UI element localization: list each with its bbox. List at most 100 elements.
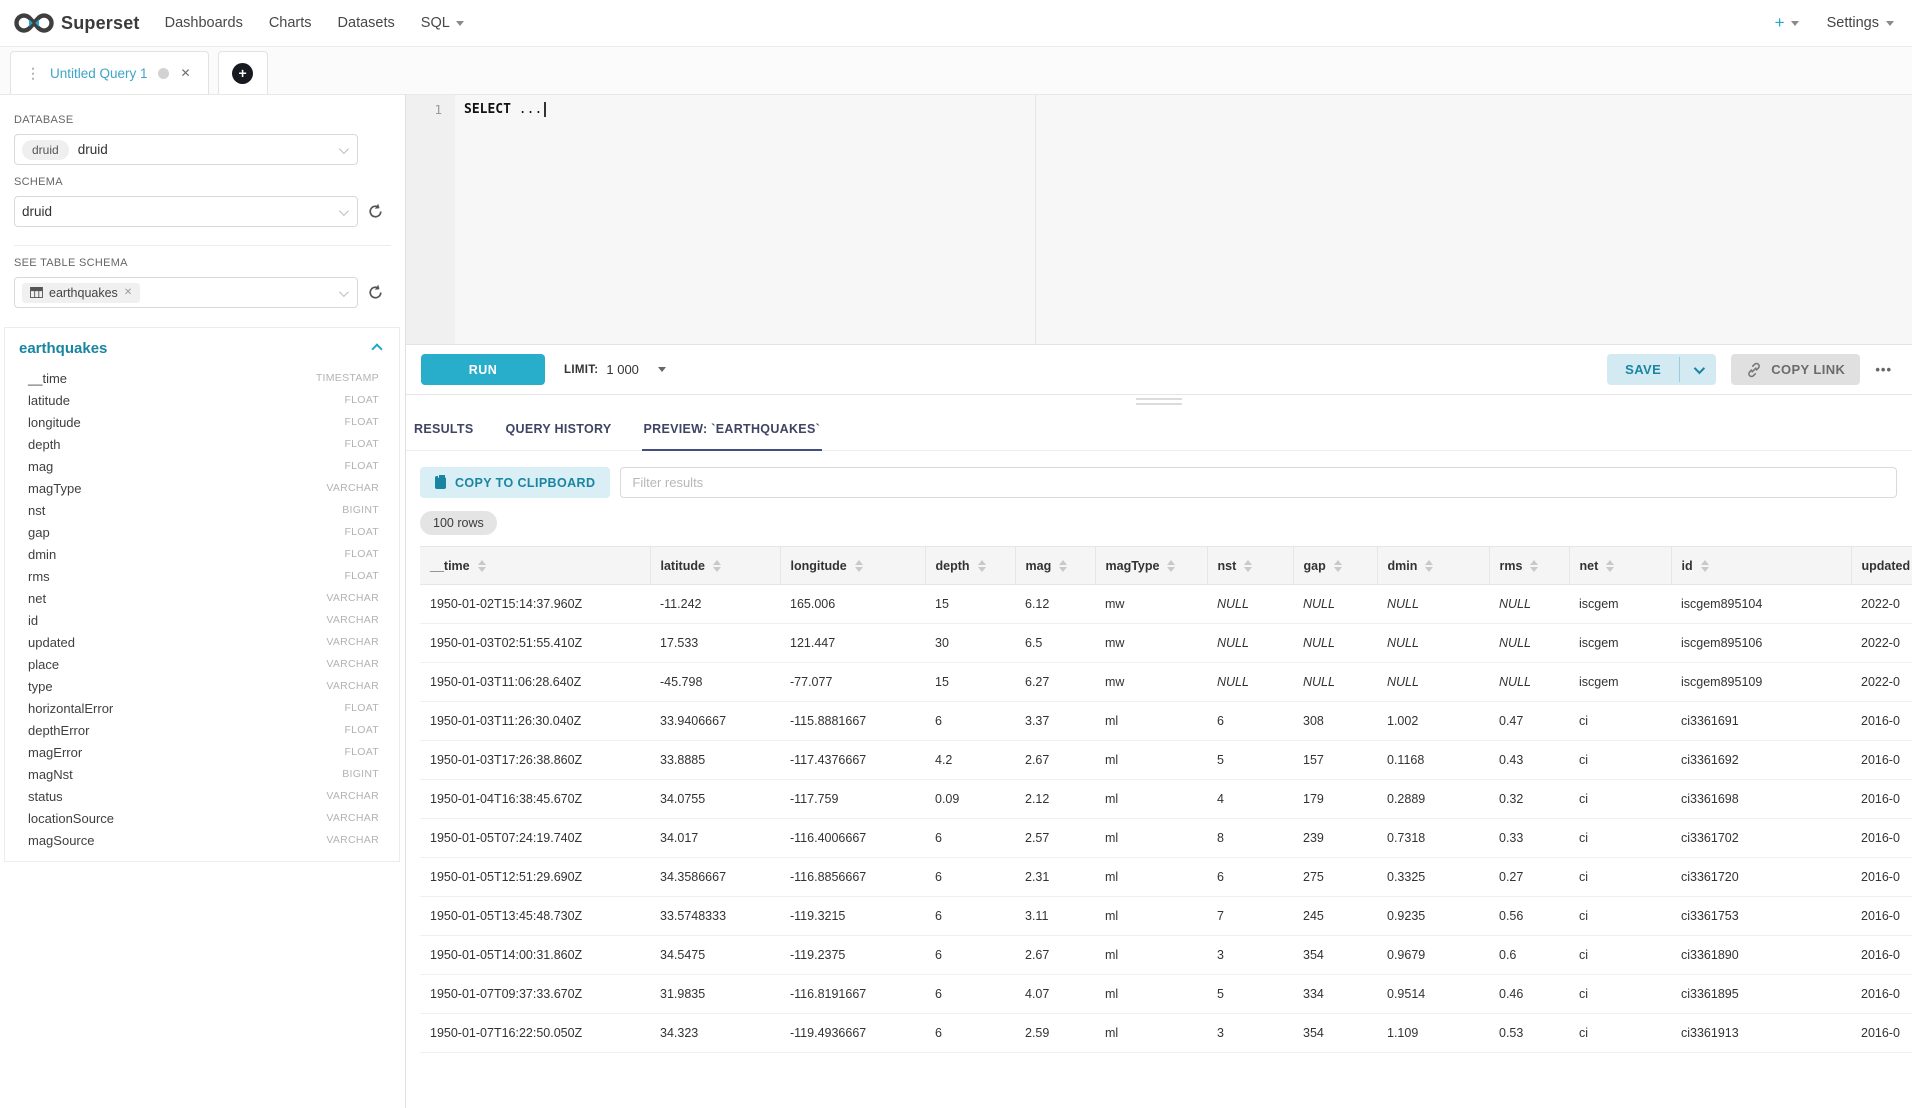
more-options-icon[interactable]: ••• (1875, 362, 1892, 377)
column-header-net[interactable]: net (1569, 547, 1671, 585)
sql-editor[interactable]: 1 SELECT ... (406, 95, 1912, 345)
nav-item-dashboards[interactable]: Dashboards (165, 15, 243, 31)
column-header-id[interactable]: id (1671, 547, 1851, 585)
table-cell: 0.46 (1489, 975, 1569, 1014)
sort-icon[interactable] (1167, 560, 1175, 572)
column-header-nst[interactable]: nst (1207, 547, 1293, 585)
new-tab-plus-icon[interactable]: + (232, 63, 253, 84)
table-cell: mw (1095, 585, 1207, 624)
table-cell: -11.242 (650, 585, 780, 624)
query-tab-active[interactable]: ⋮ Untitled Query 1 ✕ (10, 51, 209, 94)
chevron-down-icon (456, 21, 464, 26)
sort-icon[interactable] (855, 560, 863, 572)
sql-code[interactable]: SELECT ... (455, 95, 546, 344)
column-header-depth[interactable]: depth (925, 547, 1015, 585)
tab-results[interactable]: RESULTS (412, 414, 476, 451)
sort-icon[interactable] (1606, 560, 1614, 572)
copy-link-button[interactable]: COPY LINK (1731, 354, 1860, 385)
column-header-label: magType (1106, 559, 1160, 573)
column-header-latitude[interactable]: latitude (650, 547, 780, 585)
schema-column-row: latitudeFLOAT (19, 389, 385, 411)
table-cell: 34.3586667 (650, 858, 780, 897)
superset-logo-icon (14, 11, 54, 35)
nav-item-charts[interactable]: Charts (269, 15, 312, 31)
limit-value: 1 000 (606, 362, 639, 377)
schema-column-row: magTypeVARCHAR (19, 477, 385, 499)
sort-icon[interactable] (978, 560, 986, 572)
column-header-updated[interactable]: updated (1851, 547, 1912, 585)
table-select[interactable]: earthquakes ✕ (14, 277, 358, 308)
table-cell: 0.1168 (1377, 741, 1489, 780)
table-cell: -116.4006667 (780, 819, 925, 858)
nav-item-sql[interactable]: SQL (421, 15, 464, 31)
sort-icon[interactable] (713, 560, 721, 572)
column-header-gap[interactable]: gap (1293, 547, 1377, 585)
schema-column-type: BIGINT (342, 768, 379, 780)
table-row: 1950-01-03T17:26:38.860Z33.8885-117.4376… (420, 741, 1912, 780)
tab-query-history[interactable]: QUERY HISTORY (504, 414, 614, 451)
schema-column-type: VARCHAR (326, 592, 379, 604)
close-tab-icon[interactable]: ✕ (179, 66, 193, 80)
refresh-schema-icon[interactable] (367, 203, 384, 220)
filter-results-input[interactable] (620, 467, 1897, 498)
nav-item-datasets[interactable]: Datasets (338, 15, 395, 31)
tab-preview-earthquakes[interactable]: PREVIEW: `EARTHQUAKES` (642, 414, 823, 451)
run-query-button[interactable]: RUN (421, 354, 545, 385)
table-cell: 4 (1207, 780, 1293, 819)
copy-to-clipboard-button[interactable]: COPY TO CLIPBOARD (420, 467, 610, 498)
table-cell: 1950-01-03T02:51:55.410Z (420, 624, 650, 663)
collapse-table-icon[interactable] (371, 343, 382, 354)
table-cell: 1.109 (1377, 1014, 1489, 1053)
superset-brand[interactable]: Superset (0, 11, 152, 35)
sort-icon[interactable] (478, 560, 486, 572)
schema-column-type: FLOAT (344, 724, 379, 736)
table-cell: ci (1569, 897, 1671, 936)
column-header-dmin[interactable]: dmin (1377, 547, 1489, 585)
table-cell: 2.31 (1015, 858, 1095, 897)
new-query-tab-button[interactable]: + (218, 51, 268, 94)
table-cell: 0.56 (1489, 897, 1569, 936)
schema-column-name: horizontalError (28, 701, 113, 716)
query-tab-label: Untitled Query 1 (50, 66, 148, 81)
column-header-rms[interactable]: rms (1489, 547, 1569, 585)
table-chip: earthquakes ✕ (22, 283, 140, 303)
sort-icon[interactable] (1425, 560, 1433, 572)
table-cell: 33.9406667 (650, 702, 780, 741)
new-item-menu[interactable]: + (1775, 13, 1799, 33)
schema-column-type: VARCHAR (326, 636, 379, 648)
schema-column-name: status (28, 789, 63, 804)
schema-column-row: nstBIGINT (19, 499, 385, 521)
database-select[interactable]: druid druid (14, 134, 358, 165)
schema-column-type: TIMESTAMP (316, 372, 379, 384)
schema-column-name: nst (28, 503, 45, 518)
table-cell: 245 (1293, 897, 1377, 936)
remove-table-icon[interactable]: ✕ (124, 287, 132, 298)
limit-dropdown[interactable]: LIMIT: 1 000 (564, 362, 666, 377)
column-header-__time[interactable]: __time (420, 547, 650, 585)
schema-column-row: longitudeFLOAT (19, 411, 385, 433)
sort-icon[interactable] (1530, 560, 1538, 572)
save-button[interactable]: SAVE (1607, 354, 1679, 385)
table-cell: 165.006 (780, 585, 925, 624)
column-header-mag[interactable]: mag (1015, 547, 1095, 585)
sort-icon[interactable] (1334, 560, 1342, 572)
table-cell: 0.7318 (1377, 819, 1489, 858)
save-options-button[interactable] (1680, 354, 1716, 385)
table-cell: NULL (1377, 624, 1489, 663)
drag-handle-icon[interactable]: ⋮ (26, 65, 40, 82)
refresh-tables-icon[interactable] (367, 284, 384, 301)
sort-icon[interactable] (1059, 560, 1067, 572)
schema-column-row: dminFLOAT (19, 543, 385, 565)
sort-icon[interactable] (1701, 560, 1709, 572)
schema-select[interactable]: druid (14, 196, 358, 227)
sort-icon[interactable] (1244, 560, 1252, 572)
editor-gutter: 1 (406, 95, 455, 344)
settings-menu[interactable]: Settings (1827, 15, 1894, 31)
table-cell: NULL (1207, 585, 1293, 624)
table-cell: 1950-01-05T13:45:48.730Z (420, 897, 650, 936)
pane-resize-handle[interactable] (1136, 398, 1182, 408)
column-header-label: latitude (661, 559, 705, 573)
schema-column-type: VARCHAR (326, 790, 379, 802)
column-header-longitude[interactable]: longitude (780, 547, 925, 585)
column-header-magType[interactable]: magType (1095, 547, 1207, 585)
